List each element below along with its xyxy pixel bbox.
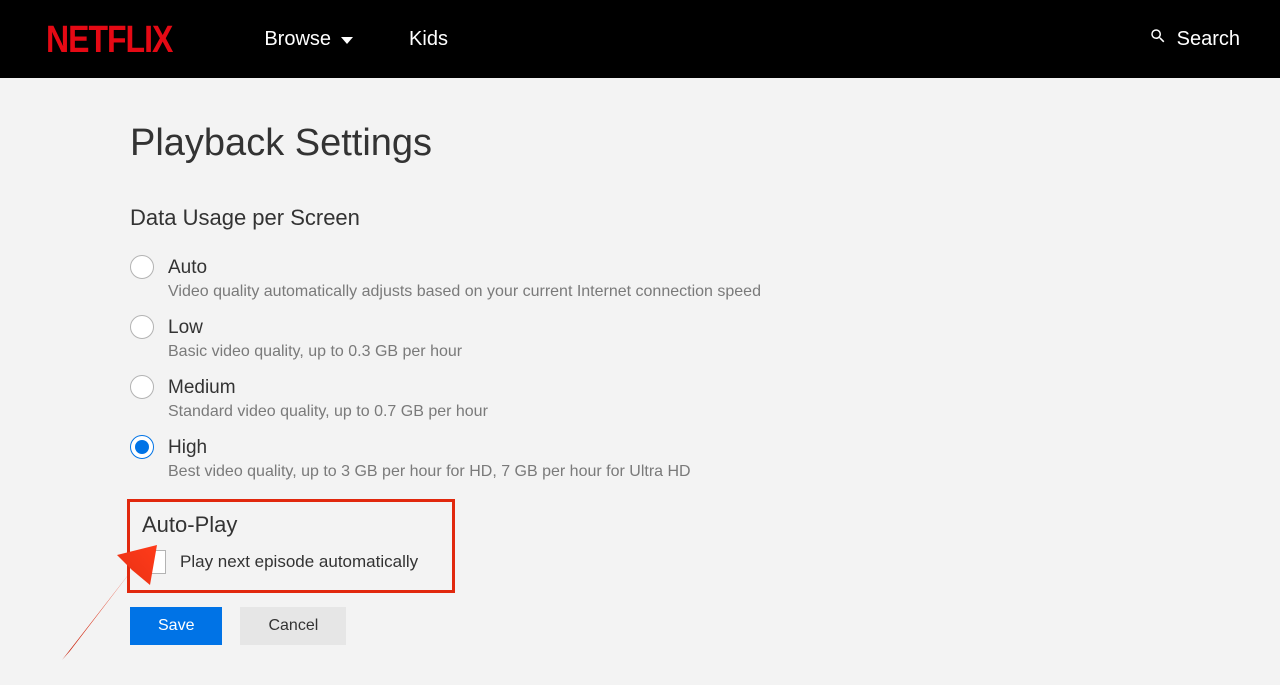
nav-links: Browse Kids [264, 28, 448, 51]
radio-auto-desc: Video quality automatically adjusts base… [168, 283, 761, 301]
search-button[interactable]: Search [1149, 27, 1240, 51]
radio-high-desc: Best video quality, up to 3 GB per hour … [168, 463, 691, 481]
data-usage-radio-group: Auto Video quality automatically adjusts… [130, 255, 1150, 481]
radio-medium-row: Medium Standard video quality, up to 0.7… [130, 375, 1150, 421]
radio-auto[interactable] [130, 255, 154, 279]
save-button[interactable]: Save [130, 607, 222, 645]
autoplay-heading: Auto-Play [142, 512, 440, 538]
radio-auto-label: Auto [168, 255, 761, 281]
radio-low-desc: Basic video quality, up to 0.3 GB per ho… [168, 343, 462, 361]
settings-panel: Playback Settings Data Usage per Screen … [0, 78, 1280, 685]
search-icon [1149, 27, 1167, 51]
nav-kids-label: Kids [409, 28, 448, 51]
autoplay-checkbox[interactable] [142, 550, 166, 574]
nav-browse-label: Browse [264, 28, 331, 51]
radio-auto-row: Auto Video quality automatically adjusts… [130, 255, 1150, 301]
radio-high-label: High [168, 435, 691, 461]
data-usage-heading: Data Usage per Screen [130, 205, 1150, 231]
button-row: Save Cancel [130, 607, 1150, 645]
radio-high-row: High Best video quality, up to 3 GB per … [130, 435, 1150, 481]
netflix-logo[interactable]: NETFLIX [46, 17, 172, 61]
search-label: Search [1177, 28, 1240, 51]
page-title: Playback Settings [130, 122, 1150, 165]
radio-medium-desc: Standard video quality, up to 0.7 GB per… [168, 403, 488, 421]
cancel-button[interactable]: Cancel [240, 607, 346, 645]
radio-high[interactable] [130, 435, 154, 459]
nav-kids[interactable]: Kids [409, 28, 448, 51]
autoplay-callout: Auto-Play Play next episode automaticall… [127, 499, 455, 593]
radio-medium-label: Medium [168, 375, 488, 401]
chevron-down-icon [341, 37, 353, 44]
radio-low[interactable] [130, 315, 154, 339]
autoplay-checkbox-label: Play next episode automatically [180, 552, 418, 572]
nav-browse[interactable]: Browse [264, 28, 353, 51]
radio-medium[interactable] [130, 375, 154, 399]
radio-low-label: Low [168, 315, 462, 341]
radio-low-row: Low Basic video quality, up to 0.3 GB pe… [130, 315, 1150, 361]
top-nav: NETFLIX Browse Kids Search [0, 0, 1280, 78]
autoplay-checkbox-row: Play next episode automatically [142, 550, 440, 574]
